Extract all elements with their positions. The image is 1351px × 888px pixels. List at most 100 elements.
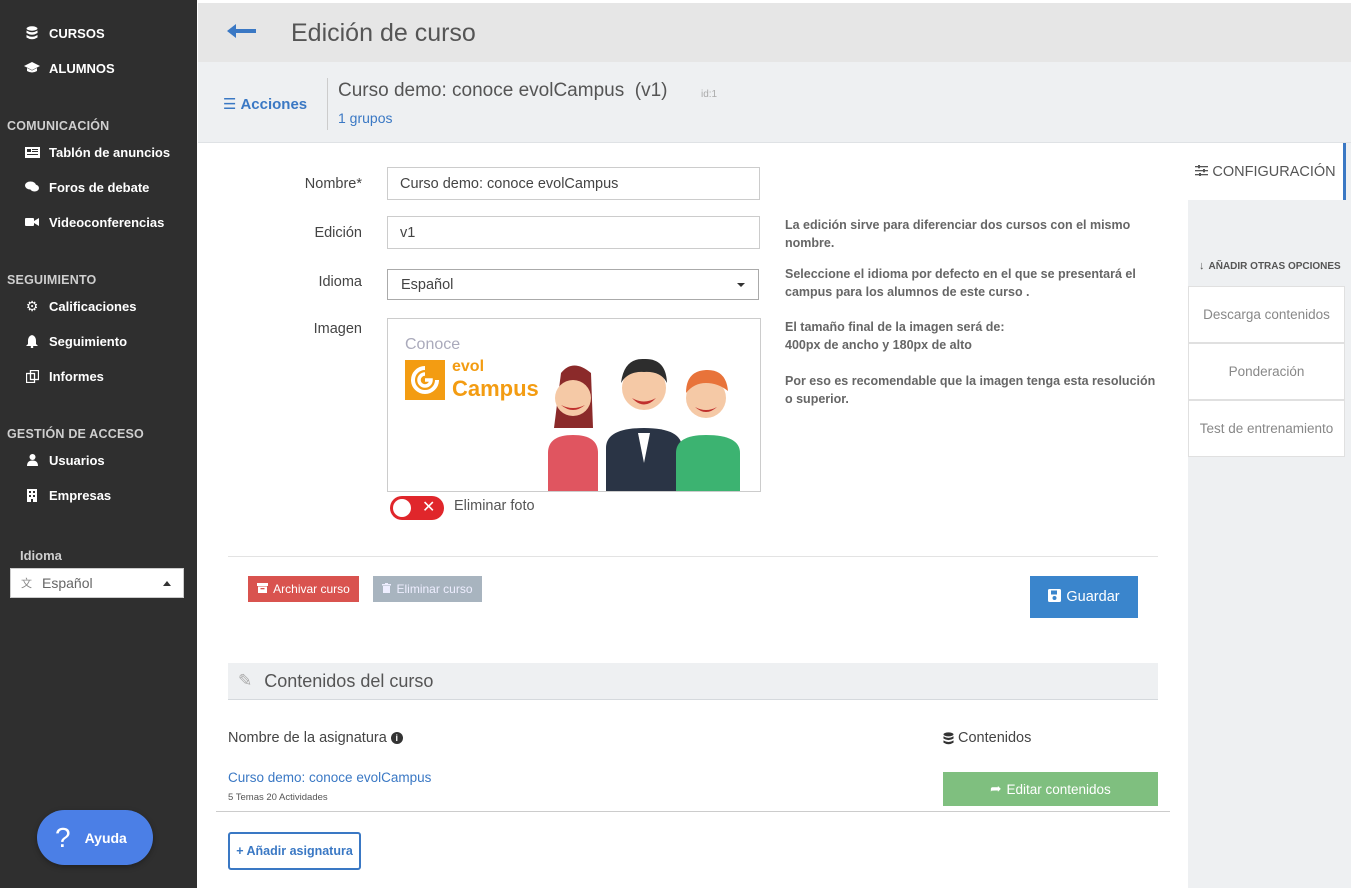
sidebar-item-videoconferencias[interactable]: Videoconferencias: [24, 212, 164, 232]
bell-icon: [24, 334, 40, 348]
sliders-icon: [1195, 164, 1209, 179]
subject-name-link[interactable]: Curso demo: conoce evolCampus: [228, 770, 431, 785]
video-camera-icon: [24, 215, 40, 229]
option-descarga-contenidos[interactable]: Descarga contenidos: [1188, 286, 1345, 343]
edition-field[interactable]: v1: [387, 216, 760, 249]
sidebar-item-label: ALUMNOS: [49, 60, 115, 76]
add-more-options[interactable]: ↓ AÑADIR OTRAS OPCIONES: [1199, 260, 1341, 272]
back-arrow-icon[interactable]: [226, 19, 256, 45]
sidebar-item-label: Videoconferencias: [49, 214, 165, 230]
section-title-comunicacion: COMUNICACIÓN: [7, 119, 110, 133]
question-icon: ?: [55, 821, 71, 853]
gear-icon: ⚙: [25, 297, 39, 314]
image-logo-conoce: Conoce: [405, 336, 461, 353]
image-help-resolution: Por eso es recomendable que la imagen te…: [785, 374, 1156, 406]
subject-column-label: Nombre de la asignatura: [228, 730, 387, 746]
sidebar-item-label: Seguimiento: [49, 333, 128, 349]
divider: [327, 78, 328, 130]
language-dropdown-value: Español: [401, 276, 454, 293]
sidebar-item-alumnos[interactable]: ALUMNOS: [24, 58, 115, 78]
contents-column-header: Contenidos: [943, 730, 1031, 746]
section-title-gestion-acceso: GESTIÓN DE ACCESO: [7, 427, 144, 441]
logo-icon: [405, 360, 445, 400]
language-dropdown[interactable]: Español: [387, 269, 759, 300]
share-arrow-icon: ➦: [990, 781, 1002, 796]
sidebar-item-label: Tablón de anuncios: [49, 144, 171, 160]
building-icon: [24, 488, 40, 502]
toggle-knob: [393, 499, 411, 517]
graduation-cap-icon: [24, 61, 40, 75]
course-image[interactable]: Conoce evol Campus: [387, 318, 761, 492]
language-label: Idioma: [20, 548, 62, 563]
edit-contents-button[interactable]: ➦ Editar contenidos: [943, 772, 1158, 806]
option-ponderacion[interactable]: Ponderación: [1188, 343, 1345, 400]
section-title-seguimiento: SEGUIMIENTO: [7, 273, 97, 287]
delete-course-button[interactable]: Eliminar curso: [373, 576, 482, 602]
newspaper-icon: [24, 145, 40, 159]
tab-label: CONFIGURACIÓN: [1212, 163, 1336, 180]
language-help: Seleccione el idioma por defecto en el q…: [785, 267, 1136, 299]
sidebar-item-calificaciones[interactable]: ⚙ Calificaciones: [24, 296, 137, 316]
close-icon: ✕: [422, 499, 436, 516]
tab-configuracion[interactable]: CONFIGURACIÓN: [1188, 143, 1346, 200]
course-id: id:1: [701, 89, 718, 100]
image-help-dimensions: 400px de ancho y 180px de alto: [785, 338, 972, 352]
sidebar-item-informes[interactable]: Informes: [24, 366, 104, 386]
subject-column-header: Nombre de la asignatura i: [228, 730, 403, 746]
sidebar-item-label: Empresas: [49, 487, 112, 503]
user-icon: [24, 453, 40, 467]
option-test-entrenamiento[interactable]: Test de entrenamiento: [1188, 400, 1345, 457]
image-logo-campus: Campus: [452, 376, 539, 401]
archive-course-button[interactable]: Archivar curso: [248, 576, 359, 602]
save-button[interactable]: Guardar: [1030, 576, 1138, 618]
language-select-value: Español: [42, 575, 93, 591]
caret-down-icon: [737, 283, 745, 287]
database-icon: [943, 731, 954, 745]
add-subject-button[interactable]: + Añadir asignatura: [228, 832, 361, 870]
report-icon: [24, 369, 40, 383]
delete-course-label: Eliminar curso: [396, 582, 473, 596]
contents-title: Contenidos del curso: [264, 670, 434, 691]
save-button-label: Guardar: [1066, 589, 1120, 605]
divider: [216, 811, 1170, 812]
name-label: Nombre*: [304, 176, 362, 192]
remove-photo-toggle[interactable]: ✕: [390, 496, 444, 520]
archive-icon: [257, 582, 269, 596]
course-title: Curso demo: conoce evolCampus (v1): [338, 80, 668, 101]
sidebar-item-label: Calificaciones: [49, 298, 137, 314]
course-header: ☰ Acciones Curso demo: conoce evolCampus…: [198, 62, 1351, 143]
groups-link[interactable]: 1 grupos: [338, 110, 392, 126]
contents-section-header: ✎ Contenidos del curso: [228, 663, 1158, 700]
language-select[interactable]: 文 Español: [10, 568, 184, 598]
actions-label: Acciones: [240, 95, 308, 113]
image-help-size: El tamaño final de la imagen será de:: [785, 320, 1005, 334]
subject-meta: 5 Temas 20 Actividades: [228, 792, 328, 803]
divider: [228, 556, 1158, 557]
language-field-label: Idioma: [318, 274, 362, 290]
help-button[interactable]: ? Ayuda: [37, 810, 153, 865]
sidebar-item-empresas[interactable]: Empresas: [24, 485, 111, 505]
sidebar-item-tablon[interactable]: Tablón de anuncios: [24, 142, 170, 162]
help-button-label: Ayuda: [84, 829, 127, 846]
remove-photo-label: Eliminar foto: [454, 498, 535, 514]
info-icon[interactable]: i: [390, 732, 403, 744]
edit-icon: ✎: [238, 671, 253, 690]
caret-up-icon: [163, 581, 171, 586]
people-illustration: [548, 358, 740, 491]
sidebar-item-label: CURSOS: [49, 25, 105, 41]
sidebar-item-usuarios[interactable]: Usuarios: [24, 450, 105, 470]
comments-icon: [24, 180, 40, 194]
add-more-options-label: AÑADIR OTRAS OPCIONES: [1208, 261, 1341, 272]
sidebar-item-cursos[interactable]: CURSOS: [24, 23, 105, 43]
edition-label: Edición: [314, 225, 362, 241]
name-field[interactable]: Curso demo: conoce evolCampus: [387, 167, 760, 200]
edition-help: La edición sirve para diferenciar dos cu…: [785, 218, 1131, 250]
sidebar-item-foros[interactable]: Foros de debate: [24, 177, 149, 197]
floppy-disk-icon: [1048, 588, 1062, 606]
database-icon: [24, 26, 40, 40]
arrow-down-icon: ↓: [1199, 260, 1205, 272]
image-label: Imagen: [313, 321, 362, 337]
image-logo-evol: evol: [452, 358, 485, 375]
sidebar-item-seguimiento[interactable]: Seguimiento: [24, 331, 127, 351]
actions-menu-button[interactable]: ☰ Acciones: [223, 95, 308, 114]
